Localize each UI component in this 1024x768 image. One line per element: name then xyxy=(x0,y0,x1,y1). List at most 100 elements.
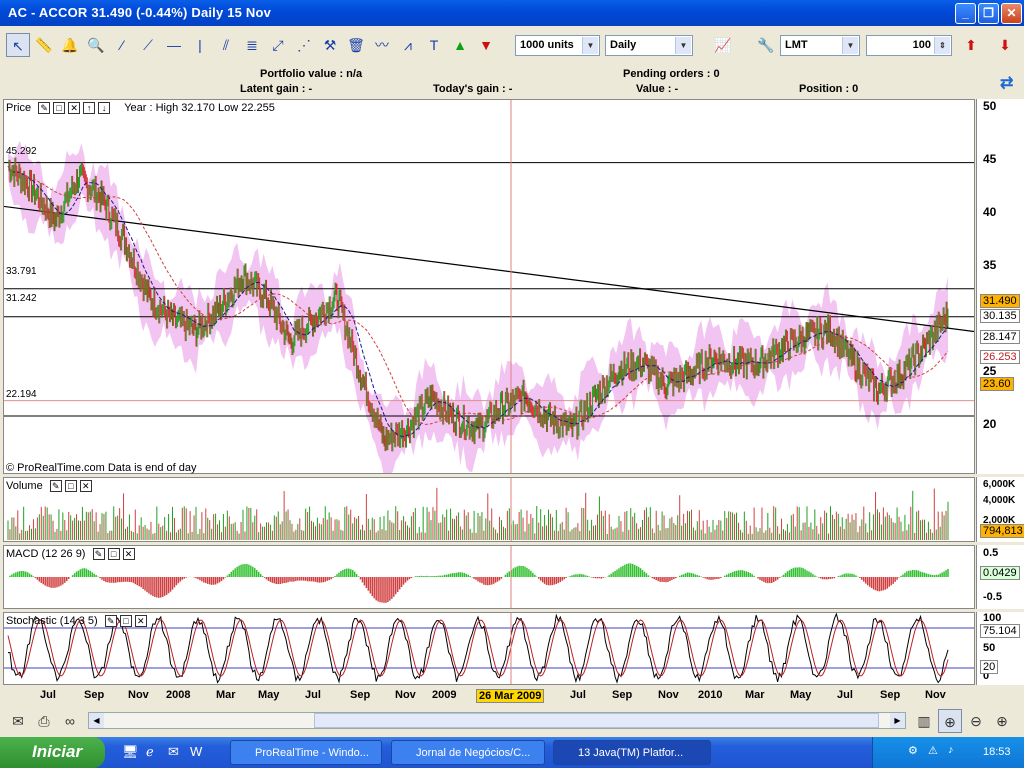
last-price-tag: 31.490 xyxy=(980,294,1020,308)
units-select[interactable]: 1000 units ▼ xyxy=(515,35,600,56)
x-tick: Jul xyxy=(40,689,56,701)
scroll-right-icon[interactable]: ▶ xyxy=(890,713,905,728)
volume-icon[interactable]: ♪ xyxy=(948,744,954,756)
x-tick: 2010 xyxy=(698,689,723,701)
macd-panel: MACD (12 26 9) ✎ □ ✕ xyxy=(3,545,975,609)
task-jornal[interactable]: Jornal de Negócios/C... xyxy=(391,740,545,765)
desktop-icon[interactable]: 🖥 xyxy=(122,744,139,760)
fan-icon[interactable]: ⋰ xyxy=(292,33,316,57)
line-tool-icon[interactable]: ⁄ xyxy=(110,33,134,57)
pattern-icon[interactable]: ⩘ xyxy=(396,33,420,57)
network-icon[interactable]: ⚙ xyxy=(908,744,918,757)
start-button[interactable]: Iniciar xyxy=(0,737,105,768)
x-tick: Nov xyxy=(658,689,679,701)
ma-tag: 26.253 xyxy=(980,350,1020,364)
window-title: AC - ACCOR 31.490 (-0.44%) Daily 15 Nov xyxy=(8,5,272,20)
chart-style-icon[interactable]: 📈 xyxy=(700,33,746,57)
zoom-fit-icon[interactable]: ⊕ xyxy=(938,709,962,733)
text-tool-icon[interactable]: T xyxy=(422,33,446,57)
order-buy-icon[interactable]: ⬆ xyxy=(959,33,983,57)
close-icon[interactable]: ✕ xyxy=(122,548,135,561)
zoom-in-icon[interactable]: ⊕ xyxy=(990,709,1014,733)
x-tick: Jul xyxy=(837,689,853,701)
wrench-icon[interactable]: 🔧 xyxy=(754,33,778,57)
maximize-icon[interactable]: □ xyxy=(64,480,77,493)
ie-icon[interactable]: ℯ xyxy=(146,744,154,760)
up-icon[interactable]: ↑ xyxy=(83,102,96,115)
macd-panel-title: MACD (12 26 9) xyxy=(6,548,86,560)
print-icon[interactable]: ⎙ xyxy=(32,709,56,733)
settings-icon[interactable]: ✎ xyxy=(92,548,105,561)
x-tick: Sep xyxy=(350,689,371,701)
tools-icon[interactable]: ⚒ xyxy=(318,33,342,57)
fibonacci-icon[interactable]: ≣ xyxy=(240,33,264,57)
pointer-icon[interactable]: ↖ xyxy=(6,33,30,57)
restore-button[interactable]: ❐ xyxy=(978,3,999,24)
x-tick: Mar xyxy=(745,689,765,701)
axis-tick: 100 xyxy=(983,612,1002,624)
alarm-icon[interactable]: 🔔 xyxy=(58,33,82,57)
word-icon[interactable]: W xyxy=(190,744,202,759)
mail-client-icon[interactable]: ✉ xyxy=(168,744,179,760)
maximize-icon[interactable]: □ xyxy=(53,102,66,115)
order-sell-icon[interactable]: ⬇ xyxy=(993,33,1017,57)
latent-gain: Latent gain : - xyxy=(240,83,313,95)
close-icon[interactable]: ✕ xyxy=(79,480,92,493)
link-icon[interactable]: ∞ xyxy=(58,709,82,733)
chart-zoom-icon[interactable]: ▥ xyxy=(912,709,936,733)
axis-tick: 40 xyxy=(983,205,997,219)
price-panel: Price ✎ □ ✕ ↑ ↓ Year : High 32.170 Low 22.25… xyxy=(3,99,975,474)
delete-icon[interactable]: 🗑 xyxy=(344,33,368,57)
axis-tick: 4,000K xyxy=(983,495,1016,506)
order-type-select[interactable]: LMT ▼ xyxy=(780,35,860,56)
settings-icon[interactable]: ✎ xyxy=(104,615,117,628)
cursor-price-tag: 23.60 xyxy=(980,377,1014,391)
maximize-icon[interactable]: □ xyxy=(119,615,132,628)
ruler-icon[interactable]: 📏 xyxy=(32,33,56,57)
refresh-icon[interactable]: ⇄ xyxy=(1000,73,1013,93)
period-select[interactable]: Daily ▼ xyxy=(605,35,693,56)
close-button[interactable]: ✕ xyxy=(1001,3,1022,24)
portfolio-value: Portfolio value : n/a xyxy=(260,68,363,80)
sell-arrow-icon[interactable]: ▼ xyxy=(474,33,498,57)
arrow-tool-icon[interactable]: ⤢ xyxy=(266,33,290,57)
task-java[interactable]: 13 Java(TM) Platfor... xyxy=(553,740,711,765)
scroll-left-icon[interactable]: ◀ xyxy=(89,713,104,728)
close-icon[interactable]: ✕ xyxy=(68,102,81,115)
task-prorealtime[interactable]: ProRealTime - Windo... xyxy=(230,740,382,765)
indicator-icon[interactable]: 〰 xyxy=(370,33,394,57)
zoom-icon[interactable]: 🔍 xyxy=(84,33,108,57)
horizontal-line-icon[interactable]: — xyxy=(162,33,186,57)
clock: 18:53 xyxy=(983,746,1011,758)
horizontal-scrollbar[interactable]: ◀ ▶ xyxy=(88,712,906,729)
macd-axis: 0.5 0 -0.5 0.0429 xyxy=(976,545,1024,609)
settings-icon[interactable]: ✎ xyxy=(49,480,62,493)
maximize-icon[interactable]: □ xyxy=(107,548,120,561)
vertical-line-icon[interactable]: | xyxy=(188,33,212,57)
volume-chart xyxy=(7,478,949,541)
x-tick: Nov xyxy=(925,689,946,701)
price-panel-header: Price ✎ □ ✕ ↑ ↓ Year : High 32.170 Low 22.25… xyxy=(6,102,275,115)
stochastic-axis: 100 50 0 75.104 20 xyxy=(976,612,1024,685)
security-icon[interactable]: ⚠ xyxy=(928,744,938,757)
quantity-input[interactable]: 100 ⇕ xyxy=(866,35,952,56)
mail-icon[interactable]: ✉ xyxy=(6,709,30,733)
stochastic-tag: 75.104 xyxy=(980,624,1020,638)
level-label: 33.791 xyxy=(6,266,37,277)
ma-tag: 30.135 xyxy=(980,309,1020,323)
buy-arrow-icon[interactable]: ▲ xyxy=(448,33,472,57)
scroll-thumb[interactable] xyxy=(314,713,879,728)
down-icon[interactable]: ↓ xyxy=(98,102,111,115)
x-tick: Jul xyxy=(305,689,321,701)
close-icon[interactable]: ✕ xyxy=(134,615,147,628)
volume-tag: 794,813 xyxy=(980,524,1024,538)
channel-icon[interactable]: ⫽ xyxy=(214,33,238,57)
copyright: © ProRealTime.com Data is end of day xyxy=(6,462,197,474)
info-bar: Portfolio value : n/a Latent gain : - To… xyxy=(0,64,1024,98)
axis-tick: 50 xyxy=(983,99,997,113)
settings-icon[interactable]: ✎ xyxy=(38,102,51,115)
ray-tool-icon[interactable]: ⟋ xyxy=(136,33,160,57)
position-count: Position : 0 xyxy=(799,83,859,95)
minimize-button[interactable]: _ xyxy=(955,3,976,24)
zoom-out-icon[interactable]: ⊖ xyxy=(964,709,988,733)
